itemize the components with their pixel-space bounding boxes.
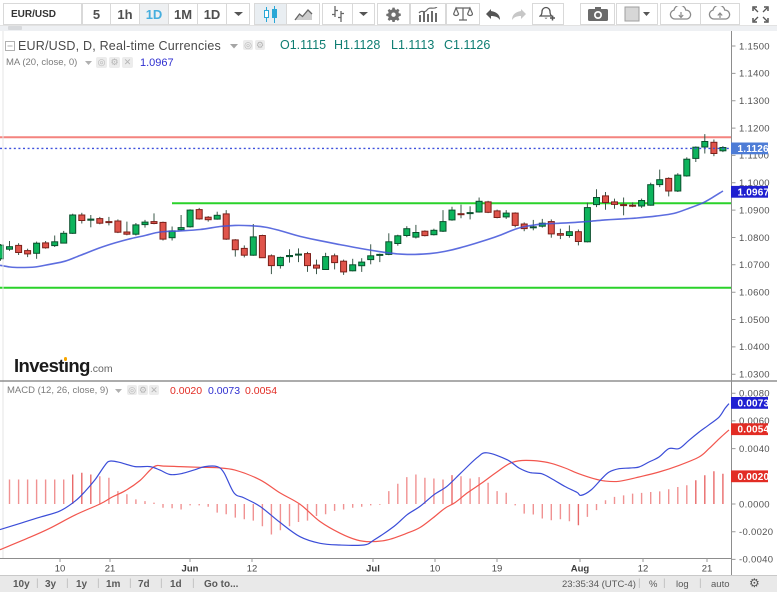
svg-text:1.1400: 1.1400 bbox=[739, 69, 770, 80]
svg-text:12: 12 bbox=[638, 564, 649, 575]
svg-text:1.0500: 1.0500 bbox=[739, 315, 770, 326]
svg-text:10: 10 bbox=[55, 564, 66, 575]
svg-text:12: 12 bbox=[247, 564, 258, 575]
svg-text:19: 19 bbox=[492, 564, 503, 575]
svg-text:0.0073: 0.0073 bbox=[738, 398, 770, 409]
svg-text:1.0700: 1.0700 bbox=[739, 260, 770, 271]
svg-text:1.0600: 1.0600 bbox=[739, 288, 770, 299]
svg-text:Jul: Jul bbox=[366, 564, 380, 575]
svg-text:21: 21 bbox=[105, 564, 116, 575]
svg-text:1.0400: 1.0400 bbox=[739, 342, 770, 353]
svg-text:-0.0020: -0.0020 bbox=[739, 527, 773, 538]
svg-text:1.1126: 1.1126 bbox=[738, 144, 769, 155]
svg-text:0.0054: 0.0054 bbox=[738, 425, 770, 436]
svg-text:1.0300: 1.0300 bbox=[739, 370, 770, 381]
svg-text:0.0040: 0.0040 bbox=[739, 444, 770, 455]
svg-text:0.0000: 0.0000 bbox=[739, 499, 770, 510]
svg-text:21: 21 bbox=[702, 564, 713, 575]
svg-text:-0.0040: -0.0040 bbox=[739, 555, 773, 566]
svg-text:Aug: Aug bbox=[571, 564, 590, 575]
svg-text:1.0900: 1.0900 bbox=[739, 205, 770, 216]
svg-text:1.0800: 1.0800 bbox=[739, 233, 770, 244]
svg-text:1.1300: 1.1300 bbox=[739, 96, 770, 107]
svg-text:1.0967: 1.0967 bbox=[738, 187, 770, 198]
svg-text:0.0020: 0.0020 bbox=[738, 472, 770, 483]
svg-text:10: 10 bbox=[430, 564, 441, 575]
svg-text:1.1500: 1.1500 bbox=[739, 41, 770, 52]
svg-text:1.1200: 1.1200 bbox=[739, 123, 770, 134]
svg-text:Jun: Jun bbox=[182, 564, 199, 575]
